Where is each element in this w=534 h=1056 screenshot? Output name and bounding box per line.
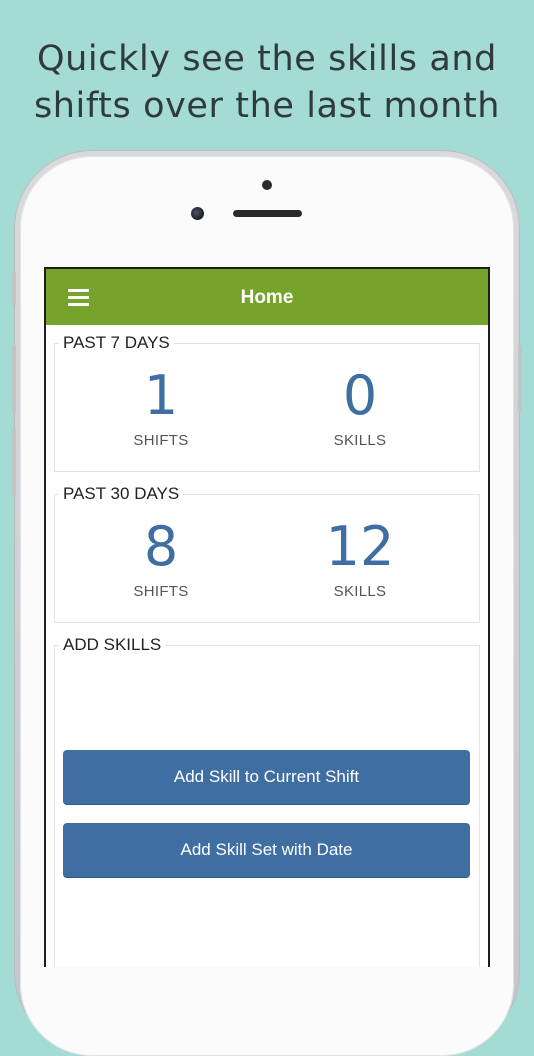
past-7-days-skills-label: SKILLS: [333, 432, 387, 449]
past-7-days-skills-stat: 0 SKILLS: [260, 364, 460, 450]
past-30-days-skills-label: SKILLS: [333, 583, 387, 600]
past-30-days-shifts-count: 8: [143, 515, 179, 578]
past-7-days-shifts-label: SHIFTS: [133, 432, 189, 449]
past-7-days-title: PAST 7 DAYS: [59, 333, 174, 353]
past-30-days-shifts-stat: 8 SHIFTS: [61, 515, 261, 601]
promo-headline-line-2: shifts over the last month: [33, 86, 501, 126]
add-skills-panel: ADD SKILLS: [54, 635, 480, 967]
past-7-days-panel: PAST 7 DAYS 1 SHIFTS 0 SKILLS: [54, 333, 480, 472]
past-30-days-shifts-label: SHIFTS: [133, 583, 189, 600]
phone-volume-up-button: [12, 345, 16, 413]
add-skill-set-with-date-button[interactable]: Add Skill Set with Date: [63, 823, 470, 877]
add-skill-to-current-shift-button[interactable]: Add Skill to Current Shift: [63, 750, 470, 804]
past-30-days-skills-stat: 12 SKILLS: [260, 515, 460, 601]
proximity-sensor: [262, 180, 272, 190]
add-skills-title: ADD SKILLS: [59, 635, 166, 655]
front-camera: [191, 207, 204, 220]
promo-headline: Quickly see the skills and shifts over t…: [0, 36, 534, 130]
past-7-days-shifts-stat: 1 SHIFTS: [61, 364, 261, 450]
past-7-days-shifts-count: 1: [143, 364, 179, 427]
phone-volume-down-button: [12, 428, 16, 496]
page-title: Home: [240, 287, 294, 308]
past-30-days-title: PAST 30 DAYS: [59, 484, 184, 504]
past-30-days-panel: PAST 30 DAYS 8 SHIFTS 12 SKILLS: [54, 484, 480, 623]
home-content: PAST 7 DAYS 1 SHIFTS 0 SKILLS PAST 30 DA…: [46, 325, 488, 967]
navigation-bar: Home: [46, 269, 488, 325]
past-7-days-skills-count: 0: [342, 364, 378, 427]
promo-headline-line-1: Quickly see the skills and: [36, 39, 497, 79]
earpiece-speaker: [233, 210, 302, 217]
app-screen: Home PAST 7 DAYS 1 SHIFTS 0 SKILLS PAST …: [44, 267, 490, 967]
phone-mute-switch: [12, 272, 16, 306]
phone-power-button: [518, 345, 522, 413]
past-30-days-skills-count: 12: [325, 515, 395, 578]
